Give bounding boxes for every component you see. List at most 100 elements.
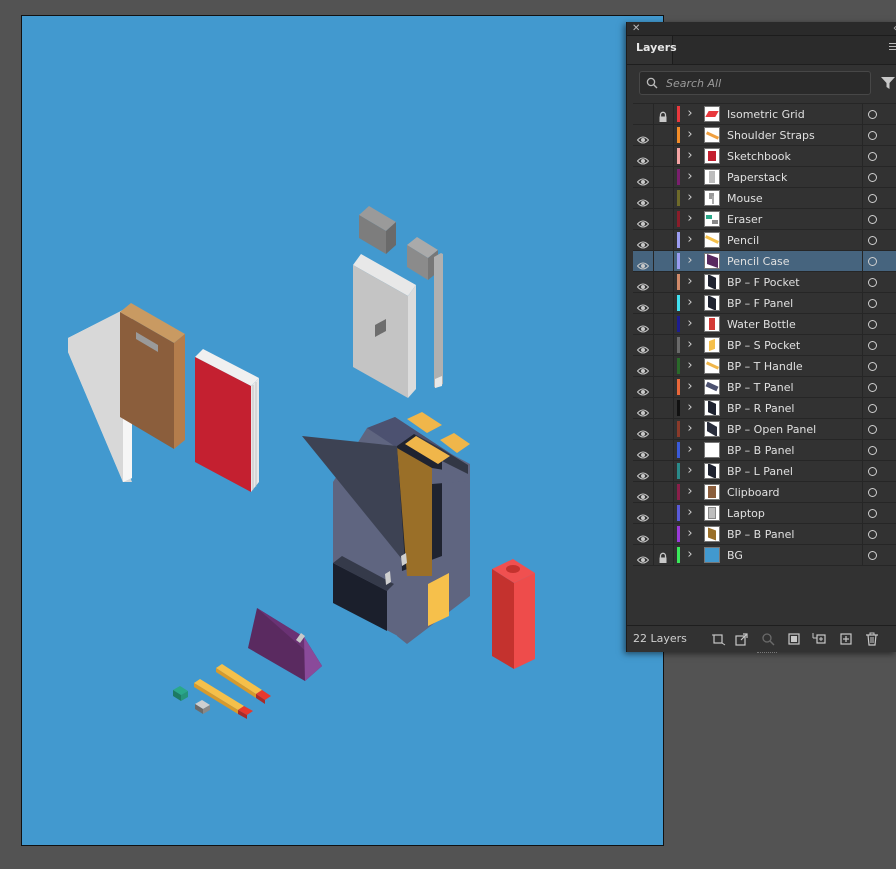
lock-toggle[interactable] bbox=[657, 360, 669, 372]
layer-row[interactable]: › BG bbox=[633, 545, 896, 566]
target-circle-icon[interactable] bbox=[868, 131, 877, 140]
layer-row[interactable]: › Isometric Grid bbox=[633, 104, 896, 125]
lock-toggle[interactable] bbox=[657, 402, 669, 414]
layer-name[interactable]: BP – T Handle bbox=[727, 356, 803, 377]
eye-icon[interactable] bbox=[636, 256, 650, 270]
eye-icon[interactable] bbox=[636, 550, 650, 564]
lock-toggle[interactable] bbox=[657, 297, 669, 309]
lock-toggle[interactable] bbox=[657, 381, 669, 393]
target-circle-icon[interactable] bbox=[868, 236, 877, 245]
eye-icon[interactable] bbox=[636, 130, 650, 144]
new-layer-icon[interactable] bbox=[839, 632, 853, 646]
clipping-mask-icon[interactable] bbox=[787, 632, 801, 646]
target-circle-icon[interactable] bbox=[868, 446, 877, 455]
target-circle-icon[interactable] bbox=[868, 152, 877, 161]
eye-icon[interactable] bbox=[636, 298, 650, 312]
eye-icon[interactable] bbox=[636, 466, 650, 480]
chevron-right-icon[interactable]: › bbox=[684, 167, 696, 188]
layer-name[interactable]: Sketchbook bbox=[727, 146, 791, 167]
eye-icon[interactable] bbox=[636, 445, 650, 459]
eye-icon[interactable] bbox=[636, 214, 650, 228]
target-circle-icon[interactable] bbox=[868, 320, 877, 329]
laptop-art[interactable] bbox=[353, 254, 416, 398]
filter-icon[interactable] bbox=[881, 76, 895, 90]
target-circle-icon[interactable] bbox=[868, 530, 877, 539]
chevron-right-icon[interactable]: › bbox=[684, 398, 696, 419]
visibility-toggle[interactable] bbox=[637, 109, 649, 119]
chevron-right-icon[interactable]: › bbox=[684, 272, 696, 293]
chevron-right-icon[interactable]: › bbox=[684, 377, 696, 398]
chevron-right-icon[interactable]: › bbox=[684, 503, 696, 524]
panel-title-bar[interactable]: ✕ ‹ bbox=[627, 22, 896, 36]
eye-icon[interactable] bbox=[636, 424, 650, 438]
lock-toggle[interactable] bbox=[657, 150, 669, 162]
chevron-right-icon[interactable]: › bbox=[684, 335, 696, 356]
layer-row[interactable]: › BP – T Handle bbox=[633, 356, 896, 377]
eye-icon[interactable] bbox=[636, 508, 650, 522]
target-circle-icon[interactable] bbox=[868, 215, 877, 224]
new-sublayer-icon[interactable] bbox=[812, 632, 826, 646]
lock-toggle[interactable] bbox=[657, 234, 669, 246]
eye-icon[interactable] bbox=[636, 487, 650, 501]
target-circle-icon[interactable] bbox=[868, 488, 877, 497]
lock-toggle[interactable] bbox=[657, 507, 669, 519]
lock-icon[interactable] bbox=[657, 108, 669, 122]
lock-toggle[interactable] bbox=[657, 318, 669, 330]
water-bottle-art[interactable] bbox=[492, 559, 535, 669]
layer-row[interactable]: › Mouse bbox=[633, 188, 896, 209]
layer-row[interactable]: › BP – F Pocket bbox=[633, 272, 896, 293]
backpack-art[interactable] bbox=[302, 412, 470, 644]
chevron-right-icon[interactable]: › bbox=[684, 146, 696, 167]
chevron-right-icon[interactable]: › bbox=[684, 293, 696, 314]
eye-icon[interactable] bbox=[636, 172, 650, 186]
layer-row[interactable]: › Pencil Case bbox=[633, 251, 896, 272]
layer-row[interactable]: › Shoulder Straps bbox=[633, 125, 896, 146]
chevron-right-icon[interactable]: › bbox=[684, 356, 696, 377]
chevron-right-icon[interactable]: › bbox=[684, 188, 696, 209]
sketchbook-art[interactable] bbox=[195, 349, 259, 492]
layer-name[interactable]: BP – Open Panel bbox=[727, 419, 816, 440]
eye-icon[interactable] bbox=[636, 340, 650, 354]
chevron-right-icon[interactable]: › bbox=[684, 524, 696, 545]
layer-row[interactable]: › BP – F Panel bbox=[633, 293, 896, 314]
layer-name[interactable]: Laptop bbox=[727, 503, 765, 524]
lock-toggle[interactable] bbox=[657, 171, 669, 183]
lock-toggle[interactable] bbox=[657, 255, 669, 267]
target-circle-icon[interactable] bbox=[868, 467, 877, 476]
target-circle-icon[interactable] bbox=[868, 110, 877, 119]
layer-row[interactable]: › BP – S Pocket bbox=[633, 335, 896, 356]
layer-name[interactable]: Clipboard bbox=[727, 482, 780, 503]
layer-name[interactable]: BP – B Panel bbox=[727, 440, 794, 461]
layer-row[interactable]: › Eraser bbox=[633, 209, 896, 230]
chevron-right-icon[interactable]: › bbox=[684, 419, 696, 440]
lock-toggle[interactable] bbox=[657, 339, 669, 351]
artboard[interactable] bbox=[21, 15, 664, 846]
layer-name[interactable]: Eraser bbox=[727, 209, 762, 230]
pencil-case-art[interactable] bbox=[248, 608, 322, 681]
layer-row[interactable]: › BP – L Panel bbox=[633, 461, 896, 482]
lock-icon[interactable] bbox=[657, 549, 669, 563]
target-circle-icon[interactable] bbox=[868, 278, 877, 287]
delete-icon[interactable] bbox=[865, 632, 879, 646]
layer-name[interactable]: BP – L Panel bbox=[727, 461, 793, 482]
layer-row[interactable]: › BP – B Panel bbox=[633, 440, 896, 461]
layer-row[interactable]: › BP – B Panel bbox=[633, 524, 896, 545]
resize-grip[interactable] bbox=[757, 652, 777, 656]
search-box[interactable] bbox=[639, 71, 871, 95]
export-icon[interactable] bbox=[735, 632, 749, 646]
chevron-right-icon[interactable]: › bbox=[684, 104, 696, 125]
close-icon[interactable]: ✕ bbox=[632, 22, 640, 35]
layer-name[interactable]: Pencil Case bbox=[727, 251, 790, 272]
layer-row[interactable]: › BP – Open Panel bbox=[633, 419, 896, 440]
chevron-right-icon[interactable]: › bbox=[684, 461, 696, 482]
chevron-right-icon[interactable]: › bbox=[684, 440, 696, 461]
target-circle-icon[interactable] bbox=[868, 551, 877, 560]
chevron-right-icon[interactable]: › bbox=[684, 230, 696, 251]
eye-icon[interactable] bbox=[636, 151, 650, 165]
eye-icon[interactable] bbox=[636, 277, 650, 291]
layer-name[interactable]: Isometric Grid bbox=[727, 104, 805, 125]
target-circle-icon[interactable] bbox=[868, 404, 877, 413]
layer-name[interactable]: Mouse bbox=[727, 188, 763, 209]
layer-name[interactable]: Shoulder Straps bbox=[727, 125, 815, 146]
collect-export-icon[interactable] bbox=[712, 632, 726, 646]
